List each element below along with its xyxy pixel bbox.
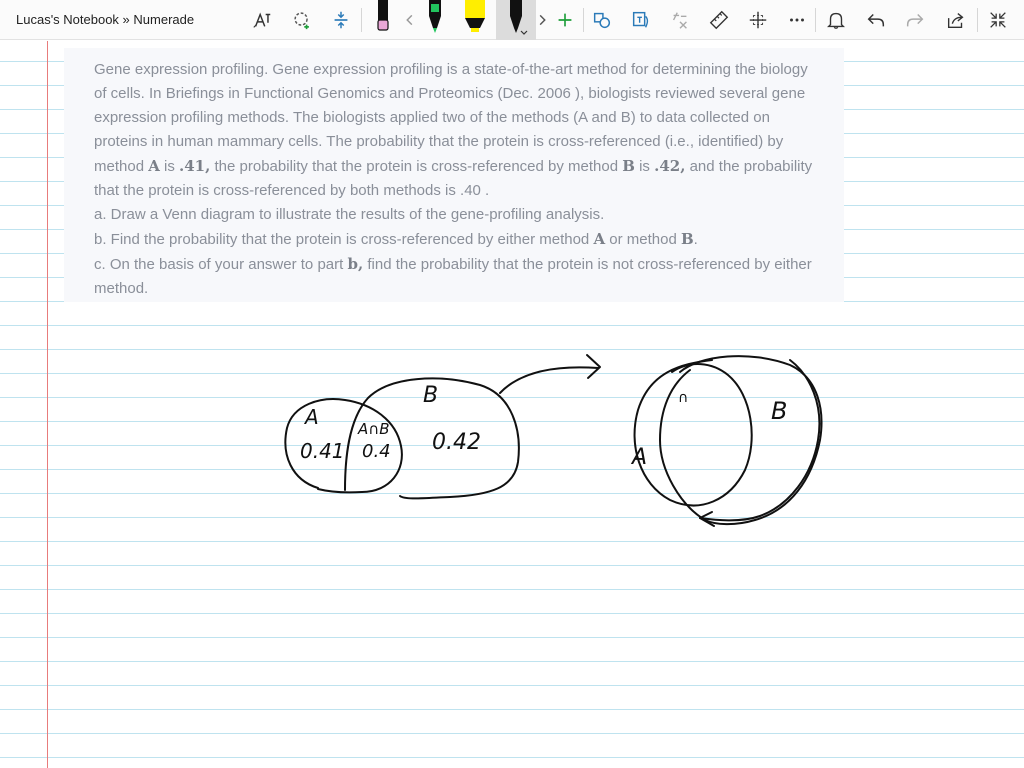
math-button[interactable]	[666, 6, 694, 34]
share-button[interactable]	[942, 6, 970, 34]
value-b: 0.42	[432, 430, 481, 455]
collapse-button[interactable]	[984, 6, 1012, 34]
lasso-select-icon	[294, 12, 309, 30]
label-a: A	[303, 405, 319, 429]
collapse-icon	[990, 12, 1006, 28]
grid-icon	[749, 11, 767, 29]
eraser-icon	[377, 0, 389, 31]
share-icon	[947, 13, 964, 29]
label-b: B	[423, 383, 438, 408]
undo-button[interactable]	[862, 6, 890, 34]
arrow-curve	[499, 366, 599, 394]
highlighter-yellow-button[interactable]	[460, 0, 490, 40]
ruler-button[interactable]	[705, 6, 733, 34]
notebook-title: Lucas's Notebook » Numerade	[16, 12, 195, 27]
venn2-circle-b	[659, 355, 823, 526]
highlighter-icon	[465, 0, 485, 32]
undo-icon	[867, 13, 885, 27]
grid-button[interactable]	[744, 6, 772, 34]
label-a2: A	[630, 445, 647, 470]
ellipsis-icon	[790, 18, 804, 22]
pen-green-button[interactable]	[420, 0, 450, 40]
text-ai-icon	[253, 12, 271, 28]
venn2-circle-b-overstroke	[699, 359, 821, 522]
add-space-button[interactable]	[327, 6, 355, 34]
chevron-right-icon	[539, 14, 546, 26]
eraser-button[interactable]	[368, 0, 398, 40]
ink-to-shape-icon	[593, 12, 611, 29]
arrow-head	[586, 354, 601, 379]
pen-icon	[510, 0, 528, 35]
notifications-button[interactable]	[822, 6, 850, 34]
ruler-icon	[709, 10, 729, 30]
label-a-and-b: A∩B	[357, 420, 390, 438]
ink-drawing-canvas[interactable]: A B A∩B 0.41 0.4 0.42 A B ∩	[0, 41, 1024, 768]
lasso-select-button[interactable]	[288, 6, 316, 34]
math-icon	[672, 12, 687, 29]
bell-icon	[827, 12, 845, 29]
label-b2: B	[771, 397, 787, 425]
ink-to-text-icon	[632, 11, 649, 28]
plus-icon	[558, 13, 572, 27]
more-button[interactable]	[783, 6, 811, 34]
venn2-circle-a	[633, 359, 753, 507]
text-to-ink-button[interactable]	[248, 6, 276, 34]
value-a-and-b: 0.4	[362, 441, 391, 462]
add-pen-button[interactable]	[551, 6, 579, 34]
ink-to-shape-button[interactable]	[588, 6, 616, 34]
label-intersection2: ∩	[678, 390, 688, 406]
value-a: 0.41	[300, 439, 345, 463]
redo-icon	[906, 13, 924, 27]
redo-button[interactable]	[901, 6, 929, 34]
add-space-icon	[334, 11, 348, 29]
pen-icon	[429, 0, 441, 33]
chevron-left-icon	[406, 14, 413, 26]
ribbon-toolbar: Lucas's Notebook » Numerade	[0, 0, 1024, 40]
ink-to-text-button[interactable]	[627, 6, 655, 34]
